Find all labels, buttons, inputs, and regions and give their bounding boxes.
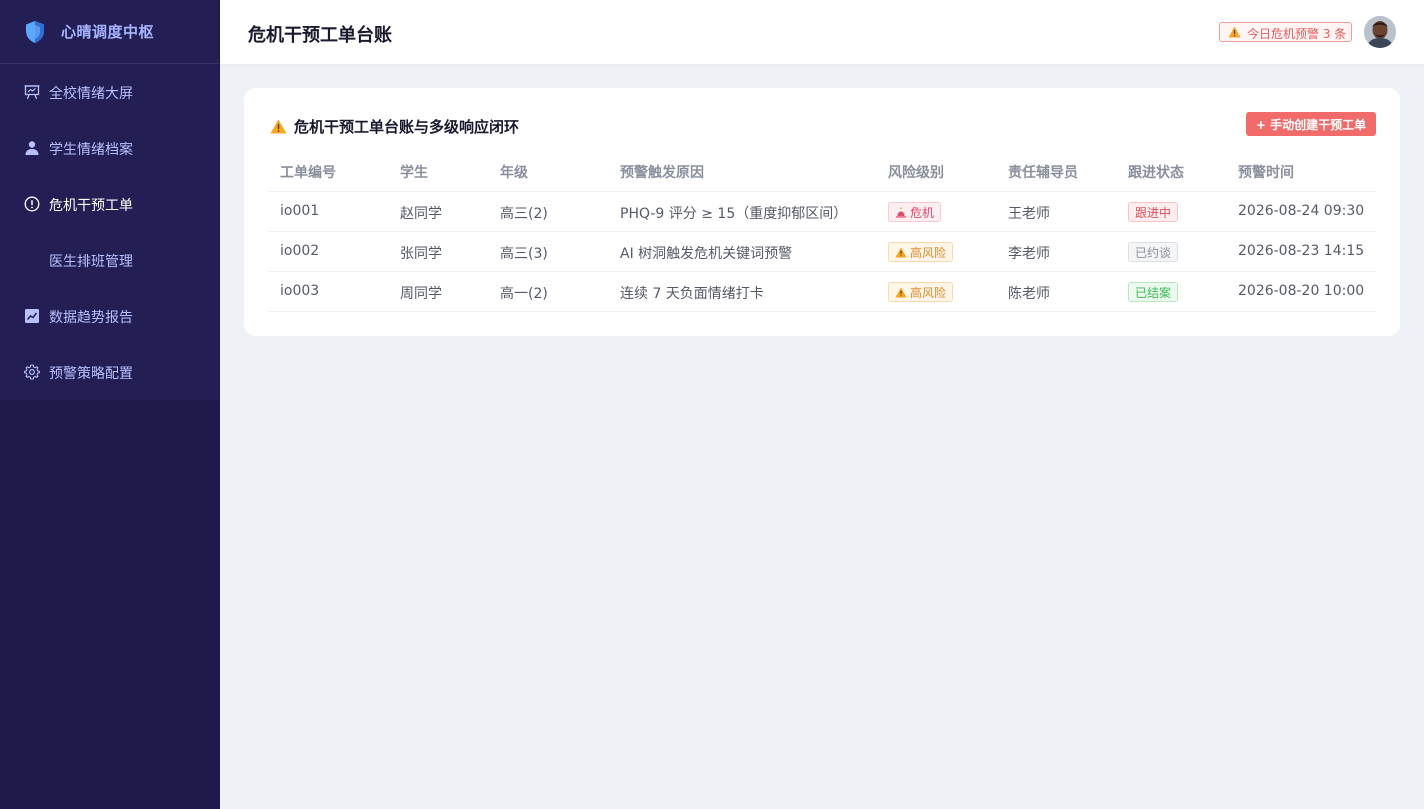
status-badge: 跟进中 <box>1128 202 1179 222</box>
ticket-id: io003 <box>280 283 320 299</box>
risk-badge: 高风险 <box>888 282 954 302</box>
sidebar-item-label: 医生排班管理 <box>49 254 133 270</box>
sidebar-item-label: 数据趋势报告 <box>49 310 133 326</box>
column-header-time: 预警时间 <box>1238 165 1294 181</box>
table-divider <box>268 271 1376 272</box>
card-title: 危机干预工单台账与多级响应闭环 <box>294 118 520 136</box>
column-header-id: 工单编号 <box>280 165 336 181</box>
risk-label: 高风险 <box>910 285 947 300</box>
trigger-reason: AI 树洞触发危机关键词预警 <box>620 246 793 262</box>
column-header-reason: 预警触发原因 <box>620 165 704 181</box>
ticket-id: io001 <box>280 203 320 219</box>
warning-icon <box>270 119 287 134</box>
sidebar-item-label: 危机干预工单 <box>49 198 133 214</box>
ticket-id: io002 <box>280 243 320 259</box>
sidebar-item-dashboard[interactable]: 全校情绪大屏 <box>0 72 219 112</box>
alert-time: 2026-08-24 09:30 <box>1238 203 1365 219</box>
trend-chart-icon <box>25 309 39 323</box>
table-divider <box>268 231 1376 232</box>
alert-time: 2026-08-23 14:15 <box>1238 243 1365 259</box>
sidebar-item-alert-policy[interactable]: 预警策略配置 <box>0 352 219 392</box>
brand-title: 心晴调度中枢 <box>61 23 155 41</box>
sidebar-item-student-profiles[interactable]: 学生情绪档案 <box>0 128 219 168</box>
student-name: 赵同学 <box>400 206 442 222</box>
avatar[interactable] <box>1364 16 1396 48</box>
top-header: 危机干预工单台账 今日危机预警 3 条 <box>220 0 1424 64</box>
grade: 高一(2) <box>500 286 548 302</box>
column-header-risk: 风险级别 <box>888 165 944 181</box>
status-badge: 已约谈 <box>1128 242 1179 262</box>
create-ticket-button[interactable]: + 手动创建干预工单 <box>1246 112 1376 136</box>
student-name: 周同学 <box>400 286 442 302</box>
alert-badge-text: 今日危机预警 3 条 <box>1247 27 1347 41</box>
table-divider <box>268 311 1376 312</box>
counselor: 陈老师 <box>1008 286 1050 302</box>
gear-icon <box>24 364 40 380</box>
counselor: 李老师 <box>1008 246 1050 262</box>
risk-label: 高风险 <box>910 245 947 260</box>
sidebar-nav-panel: 心晴调度中枢 全校情绪大屏 学生情绪档案 危机干预工单 医生排班管理 数据趋势报… <box>0 0 219 400</box>
tickets-card: 危机干预工单台账与多级响应闭环 + 手动创建干预工单 工单编号 学生 年级 预警… <box>244 88 1400 336</box>
risk-label: 危机 <box>910 205 935 220</box>
sidebar-item-crisis-tickets[interactable]: 危机干预工单 <box>0 184 219 224</box>
risk-badge: 高风险 <box>888 242 954 262</box>
sidebar-item-doctor-schedule[interactable]: 医生排班管理 <box>0 240 219 280</box>
sidebar-item-label: 预警策略配置 <box>49 366 133 382</box>
student-name: 张同学 <box>400 246 442 262</box>
presentation-icon <box>24 85 40 100</box>
warning-icon <box>1228 26 1241 38</box>
user-icon <box>25 141 39 155</box>
brand: 心晴调度中枢 <box>0 0 219 64</box>
warning-icon <box>895 287 907 297</box>
sidebar-item-trend-report[interactable]: 数据趋势报告 <box>0 296 219 336</box>
shield-icon <box>26 21 44 43</box>
page-title: 危机干预工单台账 <box>248 25 392 46</box>
siren-icon <box>896 206 906 218</box>
trigger-reason: 连续 7 天负面情绪打卡 <box>620 286 764 302</box>
sidebar: 心晴调度中枢 全校情绪大屏 学生情绪档案 危机干预工单 医生排班管理 数据趋势报… <box>0 0 220 809</box>
column-header-grade: 年级 <box>500 165 528 181</box>
alert-time: 2026-08-20 10:00 <box>1238 283 1365 299</box>
grade: 高三(3) <box>500 246 548 262</box>
risk-badge: 危机 <box>888 202 942 222</box>
counselor: 王老师 <box>1008 206 1050 222</box>
alert-circle-icon <box>24 196 40 212</box>
table-divider <box>268 191 1376 192</box>
column-header-student: 学生 <box>400 165 428 181</box>
column-header-status: 跟进状态 <box>1128 165 1184 181</box>
warning-icon <box>895 247 907 257</box>
crisis-alert-badge[interactable]: 今日危机预警 3 条 <box>1219 22 1352 42</box>
trigger-reason: PHQ-9 评分 ≥ 15（重度抑郁区间） <box>620 206 848 222</box>
sidebar-item-label: 学生情绪档案 <box>49 142 133 158</box>
column-header-counselor: 责任辅导员 <box>1008 165 1078 181</box>
grade: 高三(2) <box>500 206 548 222</box>
status-badge: 已结案 <box>1128 282 1179 302</box>
sidebar-item-label: 全校情绪大屏 <box>49 86 133 102</box>
user-avatar-icon <box>1364 16 1396 48</box>
